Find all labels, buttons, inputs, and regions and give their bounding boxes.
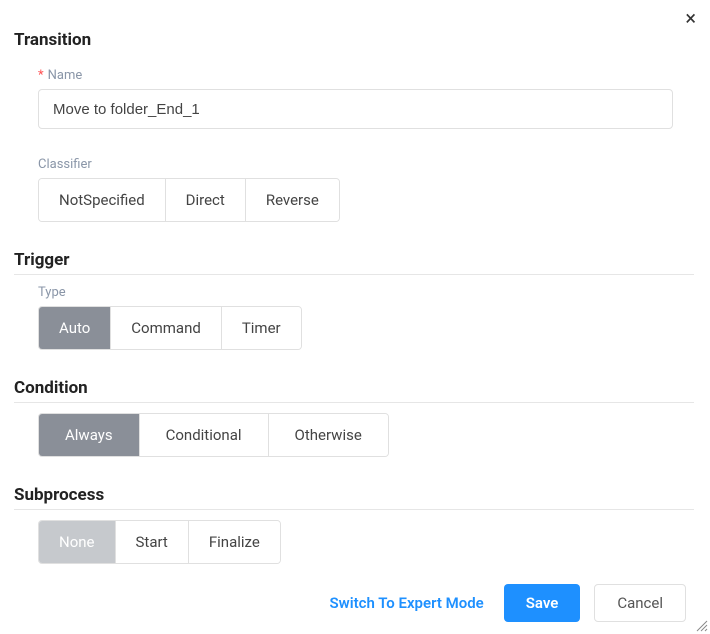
condition-option-conditional[interactable]: Conditional [140, 414, 269, 456]
condition-options: Always Conditional Otherwise [38, 413, 389, 457]
dialog-footer: Switch To Expert Mode Save Cancel [14, 584, 686, 622]
trigger-options: Auto Command Timer [38, 306, 302, 350]
subprocess-option-start[interactable]: Start [116, 521, 189, 563]
dialog-scroll-area[interactable]: Transition * Name Classifier NotSpecified… [0, 0, 706, 574]
trigger-option-auto[interactable]: Auto [39, 307, 111, 349]
cancel-button[interactable]: Cancel [594, 584, 686, 622]
condition-block: Always Conditional Otherwise [14, 413, 694, 457]
classifier-block: Classifier NotSpecified Direct Reverse [14, 157, 694, 222]
required-mark: * [38, 68, 44, 83]
name-label: * Name [38, 68, 694, 83]
classifier-option-notspecified[interactable]: NotSpecified [39, 179, 166, 221]
save-button[interactable]: Save [504, 584, 581, 622]
switch-expert-mode-link[interactable]: Switch To Expert Mode [324, 586, 490, 620]
subprocess-options: None Start Finalize [38, 520, 281, 564]
dialog-title: Transition [14, 30, 694, 54]
trigger-option-command[interactable]: Command [111, 307, 222, 349]
classifier-option-direct[interactable]: Direct [166, 179, 246, 221]
trigger-option-timer[interactable]: Timer [222, 307, 301, 349]
resize-handle-icon[interactable] [694, 618, 708, 632]
classifier-label: Classifier [38, 157, 694, 172]
trigger-block: Type Auto Command Timer [14, 285, 694, 350]
classifier-option-reverse[interactable]: Reverse [246, 179, 339, 221]
name-label-text: Name [48, 68, 83, 83]
subprocess-option-none[interactable]: None [39, 521, 116, 563]
condition-option-otherwise[interactable]: Otherwise [269, 414, 388, 456]
subprocess-title: Subprocess [14, 485, 694, 510]
name-field-block: * Name [14, 68, 694, 129]
subprocess-block: None Start Finalize [14, 520, 694, 564]
trigger-type-label: Type [38, 285, 694, 300]
condition-title: Condition [14, 378, 694, 403]
name-input[interactable] [38, 89, 673, 129]
subprocess-option-finalize[interactable]: Finalize [189, 521, 280, 563]
trigger-title: Trigger [14, 250, 694, 275]
transition-dialog: × Transition *Name Classifier NotSpecifi… [0, 0, 710, 634]
classifier-options: NotSpecified Direct Reverse [38, 178, 340, 222]
condition-option-always[interactable]: Always [39, 414, 140, 456]
